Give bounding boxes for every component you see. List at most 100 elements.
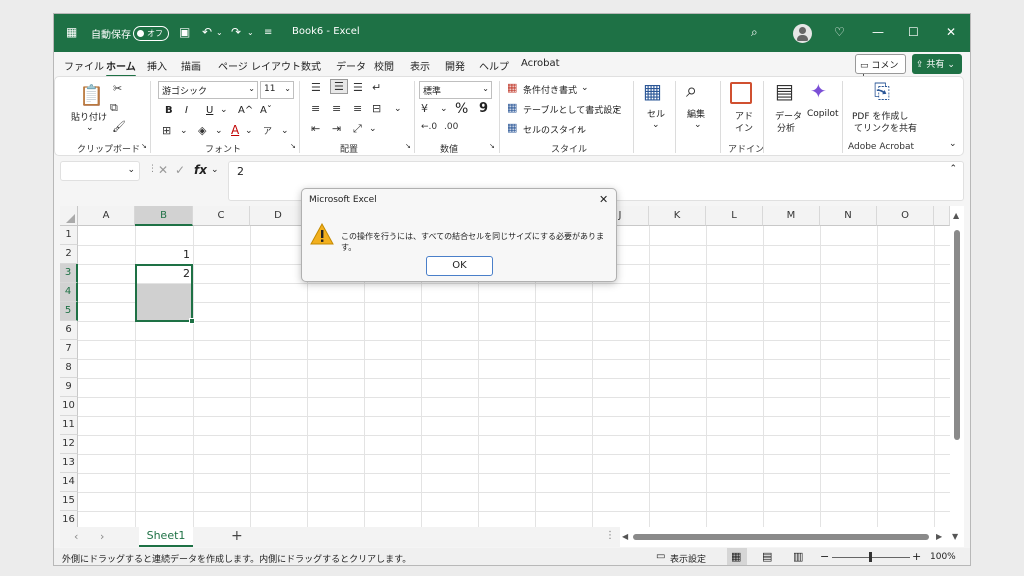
- row-header[interactable]: 6: [60, 321, 78, 340]
- add-sheet-button[interactable]: +: [231, 528, 243, 544]
- table-format-button[interactable]: テーブルとして書式設定: [523, 103, 621, 116]
- clipboard-launcher-icon[interactable]: ↘: [141, 142, 147, 150]
- enter-icon[interactable]: ✓: [175, 163, 185, 177]
- tab-acrobat[interactable]: Acrobat: [521, 58, 560, 69]
- customize-qat-icon[interactable]: ≡: [264, 27, 272, 38]
- decrease-decimal-icon[interactable]: .00: [444, 122, 458, 132]
- cut-icon[interactable]: ✂: [113, 82, 122, 95]
- row-header[interactable]: 1: [60, 226, 78, 245]
- number-format-select[interactable]: 標準 ⌄: [419, 81, 492, 99]
- align-top-icon[interactable]: ☰: [311, 81, 321, 94]
- undo-icon[interactable]: ↶: [202, 25, 212, 39]
- lightbulb-icon[interactable]: ♡: [834, 25, 845, 39]
- phonetic-dropdown-icon[interactable]: ⌄: [281, 126, 289, 136]
- font-color-dropdown-icon[interactable]: ⌄: [245, 126, 253, 136]
- row-header[interactable]: 14: [60, 473, 78, 492]
- cell-b3[interactable]: 2: [135, 267, 190, 280]
- increase-indent-icon[interactable]: ⇥: [332, 122, 341, 135]
- select-all-corner[interactable]: [60, 206, 78, 226]
- next-sheet-icon[interactable]: ›: [100, 530, 104, 543]
- undo-dropdown-icon[interactable]: ⌄: [216, 28, 223, 37]
- row-header[interactable]: 4: [60, 283, 78, 302]
- display-settings-label[interactable]: 表示設定: [670, 552, 706, 565]
- row-header[interactable]: 13: [60, 454, 78, 473]
- table-format-dropdown-icon[interactable]: ⌄: [613, 103, 621, 113]
- align-middle-icon[interactable]: ☰: [330, 79, 348, 94]
- merge-center-icon[interactable]: ⊟: [372, 102, 381, 115]
- page-break-view-icon[interactable]: ▥: [793, 550, 803, 563]
- expand-formula-icon[interactable]: ⌃: [949, 164, 957, 174]
- tab-view[interactable]: 表示: [410, 58, 430, 73]
- scroll-left-icon[interactable]: ◀: [622, 532, 628, 541]
- row-header[interactable]: 12: [60, 435, 78, 454]
- pdf-label-2[interactable]: てリンクを共有: [854, 121, 917, 134]
- align-center-icon[interactable]: ≡: [332, 102, 341, 115]
- row-header[interactable]: 11: [60, 416, 78, 435]
- avatar[interactable]: [793, 24, 812, 43]
- font-color-icon[interactable]: A: [231, 123, 239, 137]
- insert-function-button[interactable]: fx: [194, 163, 207, 177]
- row-header[interactable]: 2: [60, 245, 78, 264]
- underline-button[interactable]: U: [206, 105, 213, 116]
- row-header[interactable]: 15: [60, 492, 78, 511]
- dialog-close-button[interactable]: ✕: [599, 193, 608, 206]
- fill-color-icon[interactable]: ◈: [198, 124, 206, 137]
- page-layout-view-icon[interactable]: ▤: [762, 550, 772, 563]
- autosave-toggle[interactable]: オフ: [133, 26, 169, 41]
- redo-dropdown-icon[interactable]: ⌄: [247, 28, 254, 37]
- copilot-label[interactable]: Copilot: [807, 109, 839, 119]
- border-icon[interactable]: ⊞: [162, 124, 171, 137]
- column-header[interactable]: A: [78, 206, 135, 226]
- tab-draw[interactable]: 描画: [181, 58, 201, 73]
- zoom-slider-thumb[interactable]: [869, 552, 872, 562]
- zoom-in-button[interactable]: +: [912, 550, 921, 563]
- row-header[interactable]: 3: [60, 264, 78, 283]
- cell-b2[interactable]: 1: [135, 248, 190, 261]
- format-painter-icon[interactable]: 🖌: [112, 120, 126, 133]
- tab-insert[interactable]: 挿入: [147, 58, 167, 73]
- ribbon-collapse-icon[interactable]: ⌄: [949, 139, 957, 149]
- tab-help[interactable]: ヘルプ: [479, 58, 509, 73]
- font-name-select[interactable]: 游ゴシック ⌄: [158, 81, 258, 99]
- currency-icon[interactable]: ¥: [421, 102, 428, 115]
- conditional-format-icon[interactable]: ▦: [507, 81, 517, 94]
- tab-review[interactable]: 校閲: [374, 58, 394, 73]
- shrink-font-button[interactable]: Aˇ: [260, 105, 272, 116]
- table-format-icon[interactable]: ▦: [507, 101, 517, 114]
- fill-handle[interactable]: [189, 318, 195, 324]
- align-bottom-icon[interactable]: ☰: [353, 81, 363, 94]
- ok-button[interactable]: OK: [426, 256, 493, 276]
- row-header[interactable]: 7: [60, 340, 78, 359]
- column-header[interactable]: L: [706, 206, 763, 226]
- alignment-launcher-icon[interactable]: ↘: [405, 142, 411, 150]
- data-analysis-icon[interactable]: ▤: [775, 79, 794, 103]
- vertical-scrollbar[interactable]: ▲: [950, 206, 964, 528]
- zoom-level[interactable]: 100%: [930, 552, 956, 562]
- cells-dropdown-icon[interactable]: ⌄: [652, 120, 660, 130]
- fill-dropdown-icon[interactable]: ⌄: [215, 126, 223, 136]
- maximize-button[interactable]: ☐: [908, 25, 919, 39]
- display-settings-icon[interactable]: ▭: [656, 551, 665, 562]
- font-size-select[interactable]: 11 ⌄: [260, 81, 294, 99]
- paste-dropdown-icon[interactable]: ⌄: [86, 123, 94, 133]
- copy-icon[interactable]: ⧉: [110, 101, 118, 115]
- scroll-up-icon[interactable]: ▲: [953, 211, 959, 220]
- cells-icon[interactable]: ▦: [643, 79, 662, 103]
- column-header[interactable]: N: [820, 206, 877, 226]
- find-icon[interactable]: ⌕: [686, 78, 697, 102]
- paste-label[interactable]: 貼り付け: [71, 110, 107, 123]
- close-button[interactable]: ✕: [946, 25, 956, 39]
- tab-splitter-icon[interactable]: ⋮: [605, 530, 615, 541]
- tab-file[interactable]: ファイル: [64, 58, 104, 73]
- number-launcher-icon[interactable]: ↘: [489, 142, 495, 150]
- normal-view-button[interactable]: ▦: [727, 548, 747, 565]
- edit-label[interactable]: 編集: [687, 107, 705, 120]
- column-header[interactable]: O: [877, 206, 934, 226]
- cells-label[interactable]: セル: [647, 107, 665, 120]
- fx-dropdown-icon[interactable]: ⌄: [211, 165, 219, 175]
- column-header[interactable]: C: [193, 206, 250, 226]
- pdf-icon[interactable]: ⎘: [874, 79, 890, 103]
- row-header[interactable]: 9: [60, 378, 78, 397]
- addin-icon[interactable]: [730, 82, 752, 104]
- tab-developer[interactable]: 開発: [445, 58, 465, 73]
